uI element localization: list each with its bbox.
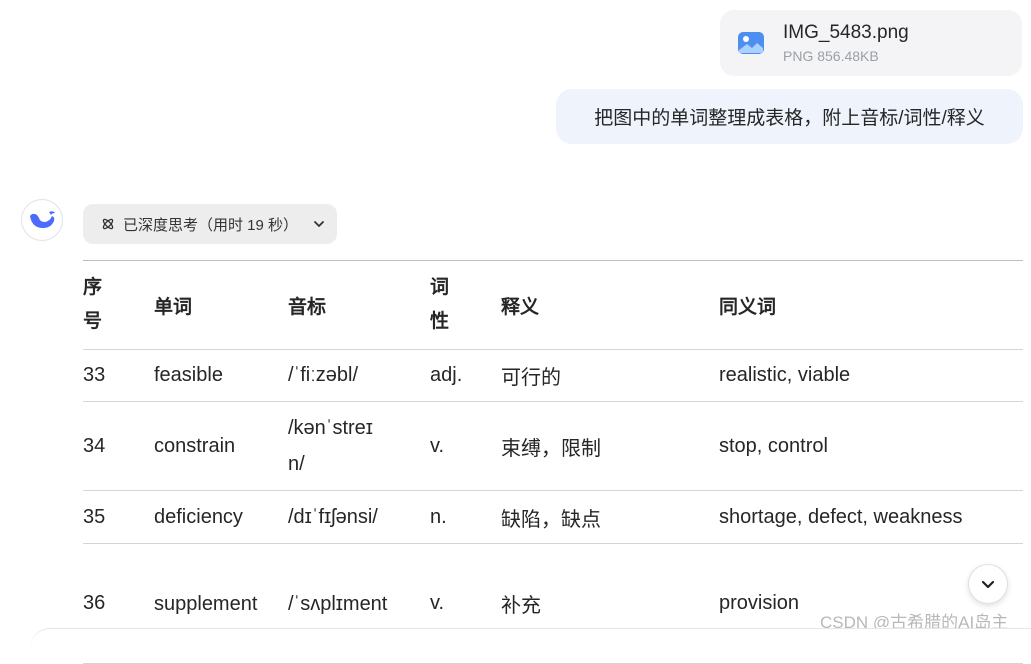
cell-meaning: 缺陷，缺点 — [501, 490, 719, 544]
vocabulary-table-container: 序号 单词 音标 词性 释义 同义词 33 feasible /ˈfiːzəbl… — [83, 260, 1023, 664]
cell-synonyms: realistic, viable — [719, 349, 1023, 402]
header-index: 序号 — [83, 260, 154, 350]
cell-part-of-speech: n. — [430, 490, 501, 544]
scroll-to-bottom-button[interactable] — [968, 564, 1008, 604]
cell-word: deficiency — [154, 490, 288, 544]
header-phonetic: 音标 — [288, 260, 430, 350]
chevron-down-icon — [312, 217, 326, 231]
image-file-icon — [738, 32, 764, 54]
attachment-file-name: IMG_5483.png — [783, 22, 909, 43]
table-header-row: 序号 单词 音标 词性 释义 同义词 — [83, 260, 1023, 350]
cell-phonetic: /dɪˈfɪʃənsi/ — [288, 490, 430, 544]
user-message-text: 把图中的单词整理成表格，附上音标/词性/释义 — [594, 108, 985, 129]
assistant-avatar — [21, 199, 63, 241]
user-message-bubble: 把图中的单词整理成表格，附上音标/词性/释义 — [556, 89, 1023, 144]
atom-icon — [102, 218, 114, 230]
table-row: 33 feasible /ˈfiːzəbl/ adj. 可行的 realisti… — [83, 349, 1023, 402]
cell-synonyms: shortage, defect, weakness — [719, 490, 1023, 544]
cell-part-of-speech: adj. — [430, 349, 501, 402]
cell-part-of-speech: v. — [430, 401, 501, 491]
cell-meaning: 可行的 — [501, 349, 719, 402]
header-meaning: 释义 — [501, 260, 719, 350]
cell-phonetic: /ˈfiːzəbl/ — [288, 349, 430, 402]
chevron-down-icon — [981, 580, 995, 589]
header-part-of-speech: 词性 — [430, 260, 501, 350]
attachment-card[interactable]: IMG_5483.png PNG 856.48KB — [720, 10, 1022, 76]
cell-phonetic: /kənˈstreɪn/ — [288, 401, 430, 491]
cell-meaning: 束缚，限制 — [501, 401, 719, 491]
cell-index: 34 — [83, 401, 154, 491]
thinking-label: 已深度思考（用时 19 秒） — [123, 216, 299, 234]
thinking-toggle[interactable]: 已深度思考（用时 19 秒） — [83, 204, 337, 244]
header-word: 单词 — [154, 260, 288, 350]
attachment-file-meta: PNG 856.48KB — [783, 48, 879, 64]
cell-word: feasible — [154, 349, 288, 402]
header-synonyms: 同义词 — [719, 260, 1023, 350]
cell-synonyms: stop, control — [719, 401, 1023, 491]
cell-index: 33 — [83, 349, 154, 402]
table-row: 35 deficiency /dɪˈfɪʃənsi/ n. 缺陷，缺点 shor… — [83, 490, 1023, 544]
cell-index: 35 — [83, 490, 154, 544]
vocabulary-table: 序号 单词 音标 词性 释义 同义词 33 feasible /ˈfiːzəbl… — [83, 260, 1023, 664]
composer-edge — [30, 628, 1031, 649]
cell-word: constrain — [154, 401, 288, 491]
table-row: 34 constrain /kənˈstreɪn/ v. 束缚，限制 stop,… — [83, 401, 1023, 491]
deepseek-whale-icon — [30, 211, 55, 228]
